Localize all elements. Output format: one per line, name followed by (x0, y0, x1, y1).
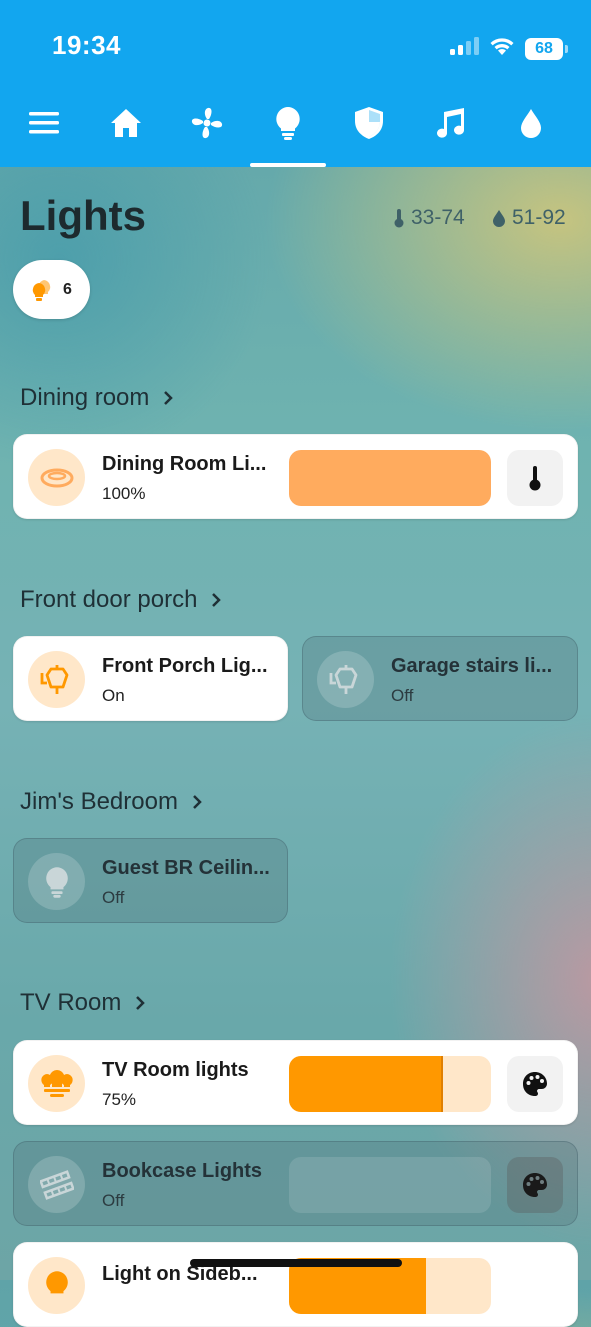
dining-room-light-card[interactable]: Dining Room Li... 100% (13, 434, 578, 519)
color-temp-button[interactable] (507, 450, 563, 506)
humidity-range-value: 51-92 (512, 206, 566, 229)
card-state: On (102, 686, 125, 705)
card-state: 100% (102, 484, 146, 503)
color-picker-button[interactable] (507, 1056, 563, 1112)
chevron-right-icon (164, 391, 174, 405)
signal-icon (449, 37, 479, 60)
card-title: Garage stairs li... (391, 655, 553, 677)
card-title: TV Room lights (102, 1059, 249, 1081)
humidity-range: 51-92 (492, 206, 566, 230)
tab-home[interactable] (86, 92, 166, 154)
dining-room-light-icon-button[interactable] (28, 449, 85, 506)
led-strip-icon (39, 1169, 74, 1200)
tv-room-light-icon-button[interactable] (28, 1055, 85, 1112)
home-indicator[interactable] (190, 1259, 402, 1267)
section-dining-room[interactable]: Dining room (20, 384, 174, 412)
section-tv-room[interactable]: TV Room (20, 989, 146, 1017)
thermometer-icon (529, 466, 541, 491)
chevron-right-icon (193, 795, 202, 809)
guest-br-light-icon-button[interactable] (28, 853, 85, 910)
front-porch-light-icon-button[interactable] (28, 651, 85, 708)
home-icon (111, 109, 141, 137)
garage-stairs-light-icon-button[interactable] (317, 651, 374, 708)
tab-fan[interactable] (167, 92, 247, 154)
slider-fill (289, 1056, 443, 1112)
music-note-icon (437, 108, 465, 138)
sideboard-light-icon-button[interactable] (28, 1257, 85, 1314)
thermometer-icon (394, 209, 404, 228)
bookcase-light-icon-button[interactable] (28, 1156, 85, 1213)
card-title: Dining Room Li... (102, 453, 267, 475)
chevron-right-icon (212, 593, 222, 607)
section-front-door-porch[interactable]: Front door porch (20, 586, 222, 614)
tab-music[interactable] (410, 92, 490, 154)
lightbulb-icon (45, 1270, 68, 1293)
lights-on-chip[interactable]: 6 (13, 260, 90, 319)
brightness-slider[interactable] (289, 1157, 491, 1213)
status-icons: 68 (449, 36, 568, 61)
card-state: 75% (102, 1090, 137, 1109)
ceiling-light-icon (40, 468, 73, 487)
section-title: Dining room (20, 384, 150, 411)
card-title: Guest BR Ceilin... (102, 857, 270, 879)
battery-indicator: 68 (525, 37, 568, 60)
sideboard-light-card[interactable]: Light on Sideb... (13, 1242, 578, 1327)
guest-br-ceiling-light-card[interactable]: Guest BR Ceilin... Off (13, 838, 288, 923)
garage-stairs-light-card[interactable]: Garage stairs li... Off (302, 636, 578, 721)
lightbulb-group-icon (40, 1069, 73, 1097)
humidity-icon (493, 210, 505, 227)
section-jims-bedroom[interactable]: Jim's Bedroom (20, 788, 202, 816)
card-state: Off (391, 686, 414, 705)
lights-on-count: 6 (63, 280, 72, 298)
card-title: Bookcase Lights (102, 1160, 263, 1182)
menu-button[interactable] (4, 92, 84, 154)
tab-lights[interactable] (248, 92, 328, 154)
wifi-icon (489, 36, 515, 61)
tab-security[interactable] (329, 92, 409, 154)
tv-room-lights-card[interactable]: TV Room lights 75% (13, 1040, 578, 1125)
fan-icon (191, 107, 223, 139)
brightness-slider[interactable] (289, 450, 491, 506)
chevron-right-icon (136, 996, 146, 1010)
section-title: TV Room (20, 989, 122, 1016)
lightbulb-icon (45, 866, 68, 898)
front-porch-light-card[interactable]: Front Porch Lig... On (13, 636, 288, 721)
card-title: Front Porch Lig... (102, 655, 268, 677)
temperature-range: 33-74 (393, 206, 465, 230)
palette-icon (523, 1173, 547, 1197)
navigation-tabs (0, 92, 591, 154)
outdoor-lamp-icon (329, 664, 357, 694)
tab-water[interactable] (491, 92, 571, 154)
menu-icon (29, 112, 59, 134)
page-title: Lights (20, 192, 146, 239)
section-title: Front door porch (20, 586, 198, 613)
shield-icon (355, 107, 383, 139)
temperature-range-value: 33-74 (411, 206, 465, 229)
lightbulb-icon (276, 107, 300, 140)
bookcase-lights-card[interactable]: Bookcase Lights Off (13, 1141, 578, 1226)
water-drop-icon (521, 109, 541, 138)
lightbulb-group-icon (32, 279, 51, 301)
brightness-slider[interactable] (289, 1056, 491, 1112)
card-state: Off (102, 1191, 125, 1210)
palette-icon (523, 1072, 547, 1096)
color-picker-button[interactable] (507, 1157, 563, 1213)
section-title: Jim's Bedroom (20, 788, 178, 815)
status-time: 19:34 (52, 30, 121, 60)
active-tab-indicator (250, 163, 326, 167)
top-app-bar: 19:34 68 (0, 0, 591, 167)
outdoor-lamp-icon (40, 664, 68, 694)
card-state: Off (102, 888, 125, 907)
